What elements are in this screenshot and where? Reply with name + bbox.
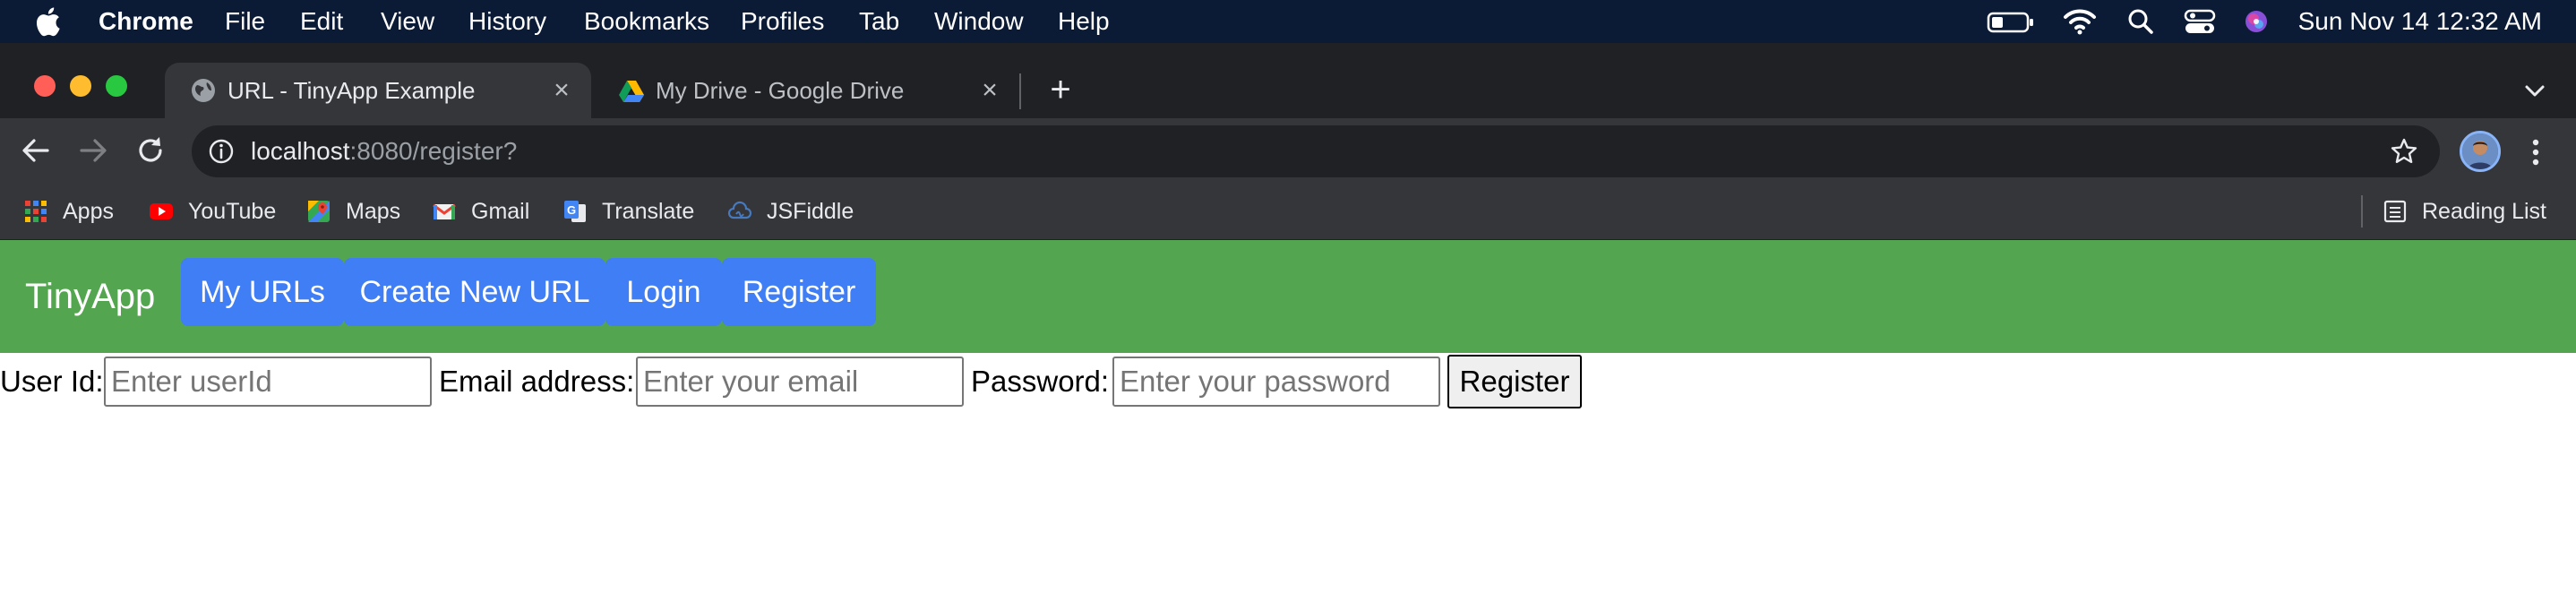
user-id-label: User Id: — [0, 365, 104, 398]
register-submit-button[interactable]: Register — [1447, 355, 1582, 408]
menu-edit[interactable]: Edit — [300, 0, 343, 43]
bookmark-label: Translate — [602, 199, 695, 224]
bookmark-gmail[interactable]: Gmail — [432, 183, 539, 240]
maps-icon — [308, 201, 330, 222]
siri-icon[interactable] — [2241, 0, 2271, 43]
menu-profiles[interactable]: Profiles — [741, 0, 824, 43]
bookmark-star-icon[interactable] — [2390, 137, 2418, 166]
menu-tab[interactable]: Tab — [859, 0, 899, 43]
site-info-icon[interactable] — [208, 138, 235, 165]
bookmark-youtube[interactable]: YouTube — [149, 183, 283, 240]
new-tab-icon[interactable]: + — [1041, 70, 1080, 109]
reading-list-icon — [2383, 200, 2407, 223]
tab-google-drive[interactable]: My Drive - Google Drive × — [593, 63, 1019, 118]
bookmark-label: JSFiddle — [767, 199, 854, 224]
bookmarks-bar: Apps YouTube Maps Gmail G Translate JSFi… — [0, 183, 2576, 240]
register-form: User Id: Email address: Password: Regist… — [0, 355, 2576, 408]
bookmark-apps[interactable]: Apps — [23, 183, 122, 240]
menu-history[interactable]: History — [468, 0, 546, 43]
tab-tinyapp[interactable]: URL - TinyApp Example × — [165, 63, 591, 118]
bookmark-maps[interactable]: Maps — [306, 183, 414, 240]
app-brand[interactable]: TinyApp — [25, 240, 155, 353]
profile-avatar[interactable] — [2460, 131, 2501, 172]
password-input[interactable] — [1112, 357, 1440, 407]
page-content: TinyApp My URLs Create New URL Login Reg… — [0, 240, 2576, 593]
translate-icon: G — [564, 201, 586, 222]
email-input[interactable] — [636, 357, 964, 407]
bookmark-translate[interactable]: G Translate — [562, 183, 706, 240]
gmail-icon — [433, 203, 456, 219]
wifi-icon[interactable] — [2062, 0, 2098, 43]
user-id-input[interactable] — [104, 357, 432, 407]
bookmark-label: YouTube — [188, 199, 277, 224]
bookmarks-separator — [2361, 195, 2363, 228]
email-label: Email address: — [439, 365, 635, 398]
window-close-icon[interactable] — [34, 75, 56, 97]
url-path: :8080/register? — [349, 137, 518, 165]
window-minimize-icon[interactable] — [70, 75, 91, 97]
apple-logo-icon[interactable] — [34, 5, 61, 38]
profile-photo-icon — [2462, 133, 2498, 169]
nav-login[interactable]: Login — [605, 258, 722, 326]
chrome-menu-icon[interactable] — [2524, 134, 2547, 170]
password-label: Password: — [971, 365, 1110, 398]
url-host: localhost — [251, 137, 350, 165]
menu-bookmarks[interactable]: Bookmarks — [584, 0, 709, 43]
tab-search-chevron-icon[interactable] — [2517, 73, 2553, 109]
globe-icon — [192, 79, 215, 102]
nav-register[interactable]: Register — [722, 258, 876, 326]
bookmark-label: Apps — [63, 199, 114, 224]
nav-my-urls[interactable]: My URLs — [181, 258, 344, 326]
jsfiddle-icon — [727, 201, 752, 219]
nav-create-new-url[interactable]: Create New URL — [344, 258, 605, 326]
tab-title: My Drive - Google Drive — [656, 77, 905, 104]
reading-list-label: Reading List — [2422, 199, 2546, 224]
tab-separator — [1019, 73, 1021, 109]
bookmark-label: Maps — [346, 199, 401, 224]
svg-text:G: G — [567, 203, 576, 217]
forward-arrow-icon[interactable] — [75, 133, 111, 168]
tab-close-icon[interactable]: × — [546, 75, 577, 106]
menu-window[interactable]: Window — [934, 0, 1024, 43]
bookmark-jsfiddle[interactable]: JSFiddle — [727, 183, 871, 240]
tab-close-icon[interactable]: × — [975, 75, 1005, 106]
address-bar[interactable]: localhost:8080/register? — [192, 125, 2440, 177]
bookmark-label: Gmail — [471, 199, 530, 224]
macos-menu-bar: Chrome File Edit View History Bookmarks … — [0, 0, 2576, 43]
menu-bar-clock[interactable]: Sun Nov 14 12:32 AM — [2298, 0, 2542, 43]
control-center-icon[interactable] — [2182, 0, 2218, 43]
address-url[interactable]: localhost:8080/register? — [251, 125, 517, 177]
window-zoom-icon[interactable] — [106, 75, 127, 97]
google-drive-icon — [619, 81, 644, 102]
youtube-icon — [150, 203, 173, 219]
reload-icon[interactable] — [133, 133, 168, 168]
menu-file[interactable]: File — [225, 0, 265, 43]
spotlight-search-icon[interactable] — [2126, 0, 2155, 43]
menu-app-name[interactable]: Chrome — [99, 0, 193, 43]
app-navbar: TinyApp My URLs Create New URL Login Reg… — [0, 240, 2576, 353]
back-arrow-icon[interactable] — [18, 133, 54, 168]
tab-title: URL - TinyApp Example — [228, 77, 476, 104]
reading-list-button[interactable]: Reading List — [2383, 183, 2562, 240]
battery-icon[interactable] — [1987, 0, 2037, 43]
apps-grid-icon — [25, 201, 47, 222]
menu-view[interactable]: View — [381, 0, 434, 43]
menu-help[interactable]: Help — [1058, 0, 1110, 43]
